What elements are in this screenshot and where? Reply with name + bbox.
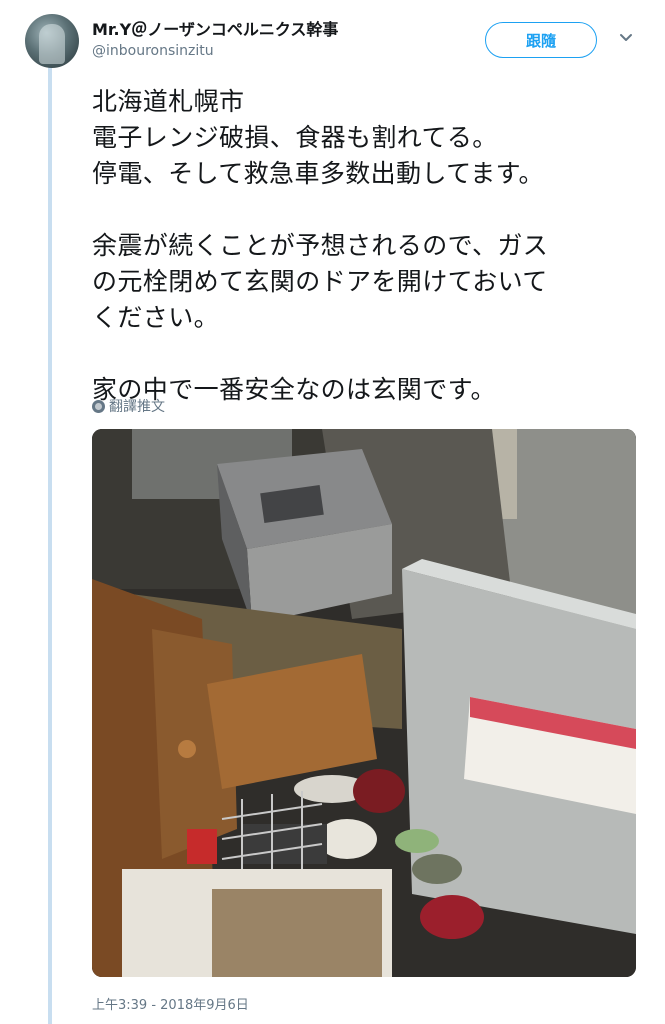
author-handle[interactable]: @inbouronsinzitu — [92, 43, 214, 59]
thread-line — [48, 60, 52, 1024]
tweet-paragraph: 家の中で一番安全なのは玄関です。 — [92, 375, 496, 404]
tweet-paragraph: 北海道札幌市 電子レンジ破損、食器も割れてる。 停電、そして救急車多数出動してま… — [92, 87, 544, 188]
tweet-photo[interactable] — [92, 429, 636, 977]
translate-label: 翻譯推文 — [109, 399, 165, 415]
follow-button[interactable]: 跟隨 — [485, 22, 597, 58]
tweet-text: 北海道札幌市 電子レンジ破損、食器も割れてる。 停電、そして救急車多数出動してま… — [92, 84, 652, 444]
avatar-figure — [39, 24, 65, 64]
avatar[interactable] — [25, 14, 79, 68]
author-name[interactable]: Mr.Y＠ノーザンコペルニクス幹事 — [92, 16, 338, 40]
chevron-down-icon[interactable] — [618, 30, 634, 46]
translate-tweet-link[interactable]: 翻譯推文 — [92, 396, 165, 416]
tweet-paragraph: 余震が続くことが予想されるので、ガス の元栓閉めて玄関のドアを開けておいて くだ… — [92, 231, 549, 332]
globe-icon — [92, 399, 105, 413]
tweet-timestamp[interactable]: 上午3:39 - 2018年9月6日 — [92, 994, 249, 1013]
photo-illustration — [92, 429, 636, 977]
